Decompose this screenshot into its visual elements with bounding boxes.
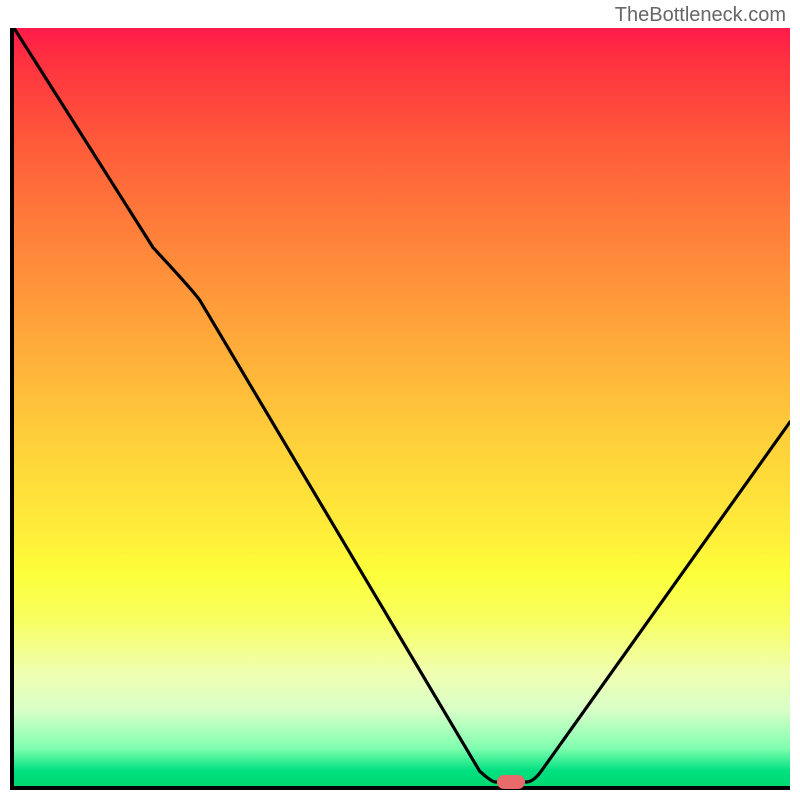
bottleneck-curve-path [14, 28, 790, 782]
bottleneck-chart: TheBottleneck.com [0, 0, 800, 800]
watermark-text: TheBottleneck.com [615, 4, 786, 27]
plot-area [10, 28, 790, 790]
optimal-marker [497, 775, 525, 789]
curve-layer [14, 28, 790, 786]
